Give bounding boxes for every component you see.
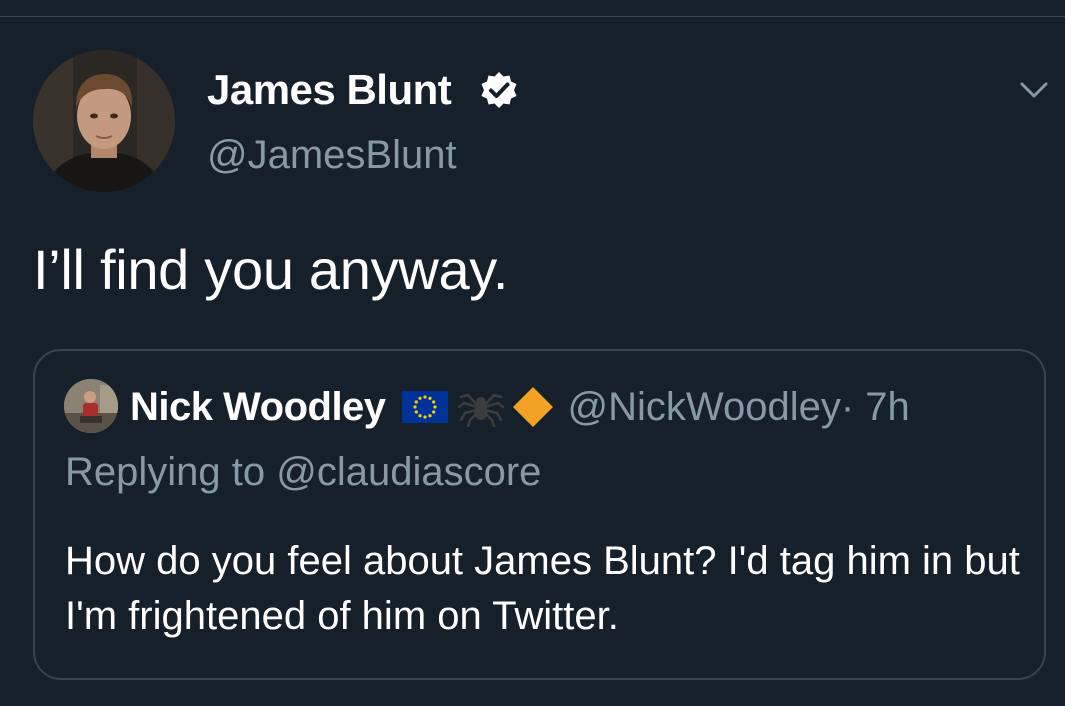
author-avatar-photo (33, 50, 175, 192)
quoted-author-avatar-photo (64, 379, 118, 433)
eu-flag-icon (401, 391, 448, 423)
author-name[interactable]: James Blunt (207, 66, 452, 114)
author-avatar[interactable] (33, 50, 175, 192)
top-divider (0, 16, 1065, 17)
tweet-text: I’ll find you anyway. (33, 238, 509, 301)
quoted-author-name[interactable]: Nick Woodley (130, 385, 386, 430)
verified-badge-icon (481, 72, 517, 108)
quoted-tweet-header: Nick Woodley @NickWoodley · 7h (130, 382, 910, 432)
tweet-screen: James Blunt @JamesBlunt I’ll find you an… (0, 0, 1065, 706)
quoted-author-handle[interactable]: @NickWoodley (568, 385, 841, 430)
quoted-author-avatar[interactable] (64, 379, 118, 433)
spider-icon (457, 393, 504, 427)
quoted-tweet-text: How do you feel about James Blunt? I'd t… (65, 539, 1020, 638)
chevron-down-icon[interactable] (1018, 76, 1050, 104)
quoted-reply-context: Replying to @claudiascore (65, 450, 542, 494)
quoted-tweet-time[interactable]: · 7h (841, 385, 910, 430)
author-handle[interactable]: @JamesBlunt (207, 133, 457, 178)
orange-diamond-icon (512, 387, 553, 427)
